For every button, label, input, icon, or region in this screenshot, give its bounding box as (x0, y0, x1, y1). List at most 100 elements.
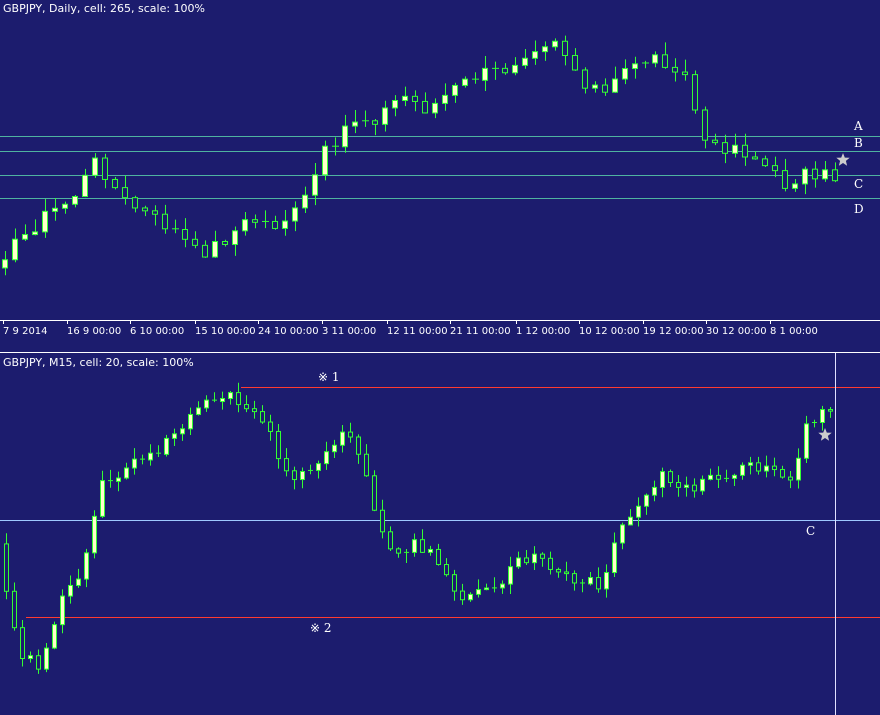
candle (802, 166, 808, 195)
candle (372, 470, 377, 512)
candle-body (708, 474, 713, 480)
candle-body (68, 584, 73, 597)
candle-body (582, 69, 588, 89)
candle (792, 179, 798, 192)
candle-body (292, 207, 298, 222)
candle-body (60, 595, 65, 626)
candle-body (772, 465, 777, 471)
candle (282, 210, 288, 236)
candle (420, 529, 425, 554)
candle (612, 532, 617, 577)
candle-body (722, 142, 728, 154)
candle (462, 76, 468, 88)
candle (412, 533, 417, 557)
candle (272, 215, 278, 230)
candle (588, 571, 593, 586)
candle (396, 547, 401, 558)
candle (628, 509, 633, 526)
candle-body (100, 480, 105, 517)
candle-body (228, 392, 233, 400)
candle-body (684, 484, 689, 488)
candle (342, 114, 348, 153)
candle-body (502, 67, 508, 74)
candle-body (112, 178, 118, 189)
candle-body (602, 84, 608, 93)
candle (156, 445, 161, 458)
daily-chart-title: GBPJPY, Daily, cell: 265, scale: 100% (3, 2, 205, 15)
candle (232, 226, 238, 256)
candle (652, 480, 657, 502)
candle-body (596, 577, 601, 590)
candle-body (402, 95, 408, 102)
x-axis-tick-label: 10 12 00:00 (579, 326, 640, 337)
candle (556, 567, 561, 578)
candle-body (44, 647, 49, 670)
candle-body (348, 431, 353, 438)
candle (492, 577, 497, 593)
candle (772, 457, 777, 477)
candle-body (620, 524, 625, 544)
candle (122, 175, 128, 205)
candle (164, 434, 169, 457)
candle (100, 470, 105, 518)
candle (32, 219, 38, 236)
candle (202, 240, 208, 258)
candle (340, 424, 345, 453)
candle (604, 564, 609, 598)
candle-body (2, 259, 8, 269)
candle-body (500, 583, 505, 589)
candle-body (676, 482, 681, 488)
candle (748, 456, 753, 475)
candle (620, 522, 625, 550)
candle-body (540, 553, 545, 559)
star-icon (818, 428, 832, 441)
candle (832, 162, 838, 183)
candle-body (220, 398, 225, 403)
candle (62, 201, 68, 214)
candle-body (20, 627, 25, 660)
candle-body (142, 207, 148, 212)
candle (308, 464, 313, 475)
candle-body (652, 54, 658, 64)
candle (92, 153, 98, 178)
chart-canvas[interactable]: ABCD 7 9 2014 16 9 00:00 6 10 00:00 15 10 0… (0, 0, 880, 715)
candle-body (180, 428, 185, 435)
candle-body (832, 169, 838, 182)
candle (512, 57, 518, 76)
candle-body (92, 515, 97, 554)
candle-body (436, 548, 441, 566)
candle-body (562, 40, 568, 56)
candle (432, 98, 438, 119)
candle (524, 550, 529, 566)
candle-body (172, 433, 177, 439)
candle-body (482, 67, 488, 81)
candle (244, 395, 249, 413)
candle (582, 67, 588, 94)
candle (212, 392, 217, 403)
candle-body (542, 46, 548, 53)
candle (132, 448, 137, 475)
candle (140, 454, 145, 465)
candle-body (636, 505, 641, 518)
candle (660, 467, 665, 498)
candle (412, 90, 418, 112)
candle-body (372, 120, 378, 125)
candle-body (396, 548, 401, 554)
candle-body (202, 244, 208, 258)
candle-body (572, 54, 578, 71)
candle-body (92, 157, 98, 176)
candle (484, 583, 489, 591)
candle-body (4, 543, 9, 592)
candle-body (756, 462, 761, 472)
candle-body (232, 230, 238, 245)
candle-body (52, 624, 57, 649)
candle-body (462, 78, 468, 86)
candle (12, 582, 17, 631)
daily-chart-panel: AB CD 7 9 2014 16 9 00:00 6 10 00:00 15 10 0… (0, 2, 880, 337)
candle-body (516, 557, 521, 568)
candle (756, 456, 761, 475)
candle (28, 651, 33, 663)
candle-body (552, 40, 558, 48)
candle (532, 40, 538, 65)
candle (508, 556, 513, 595)
